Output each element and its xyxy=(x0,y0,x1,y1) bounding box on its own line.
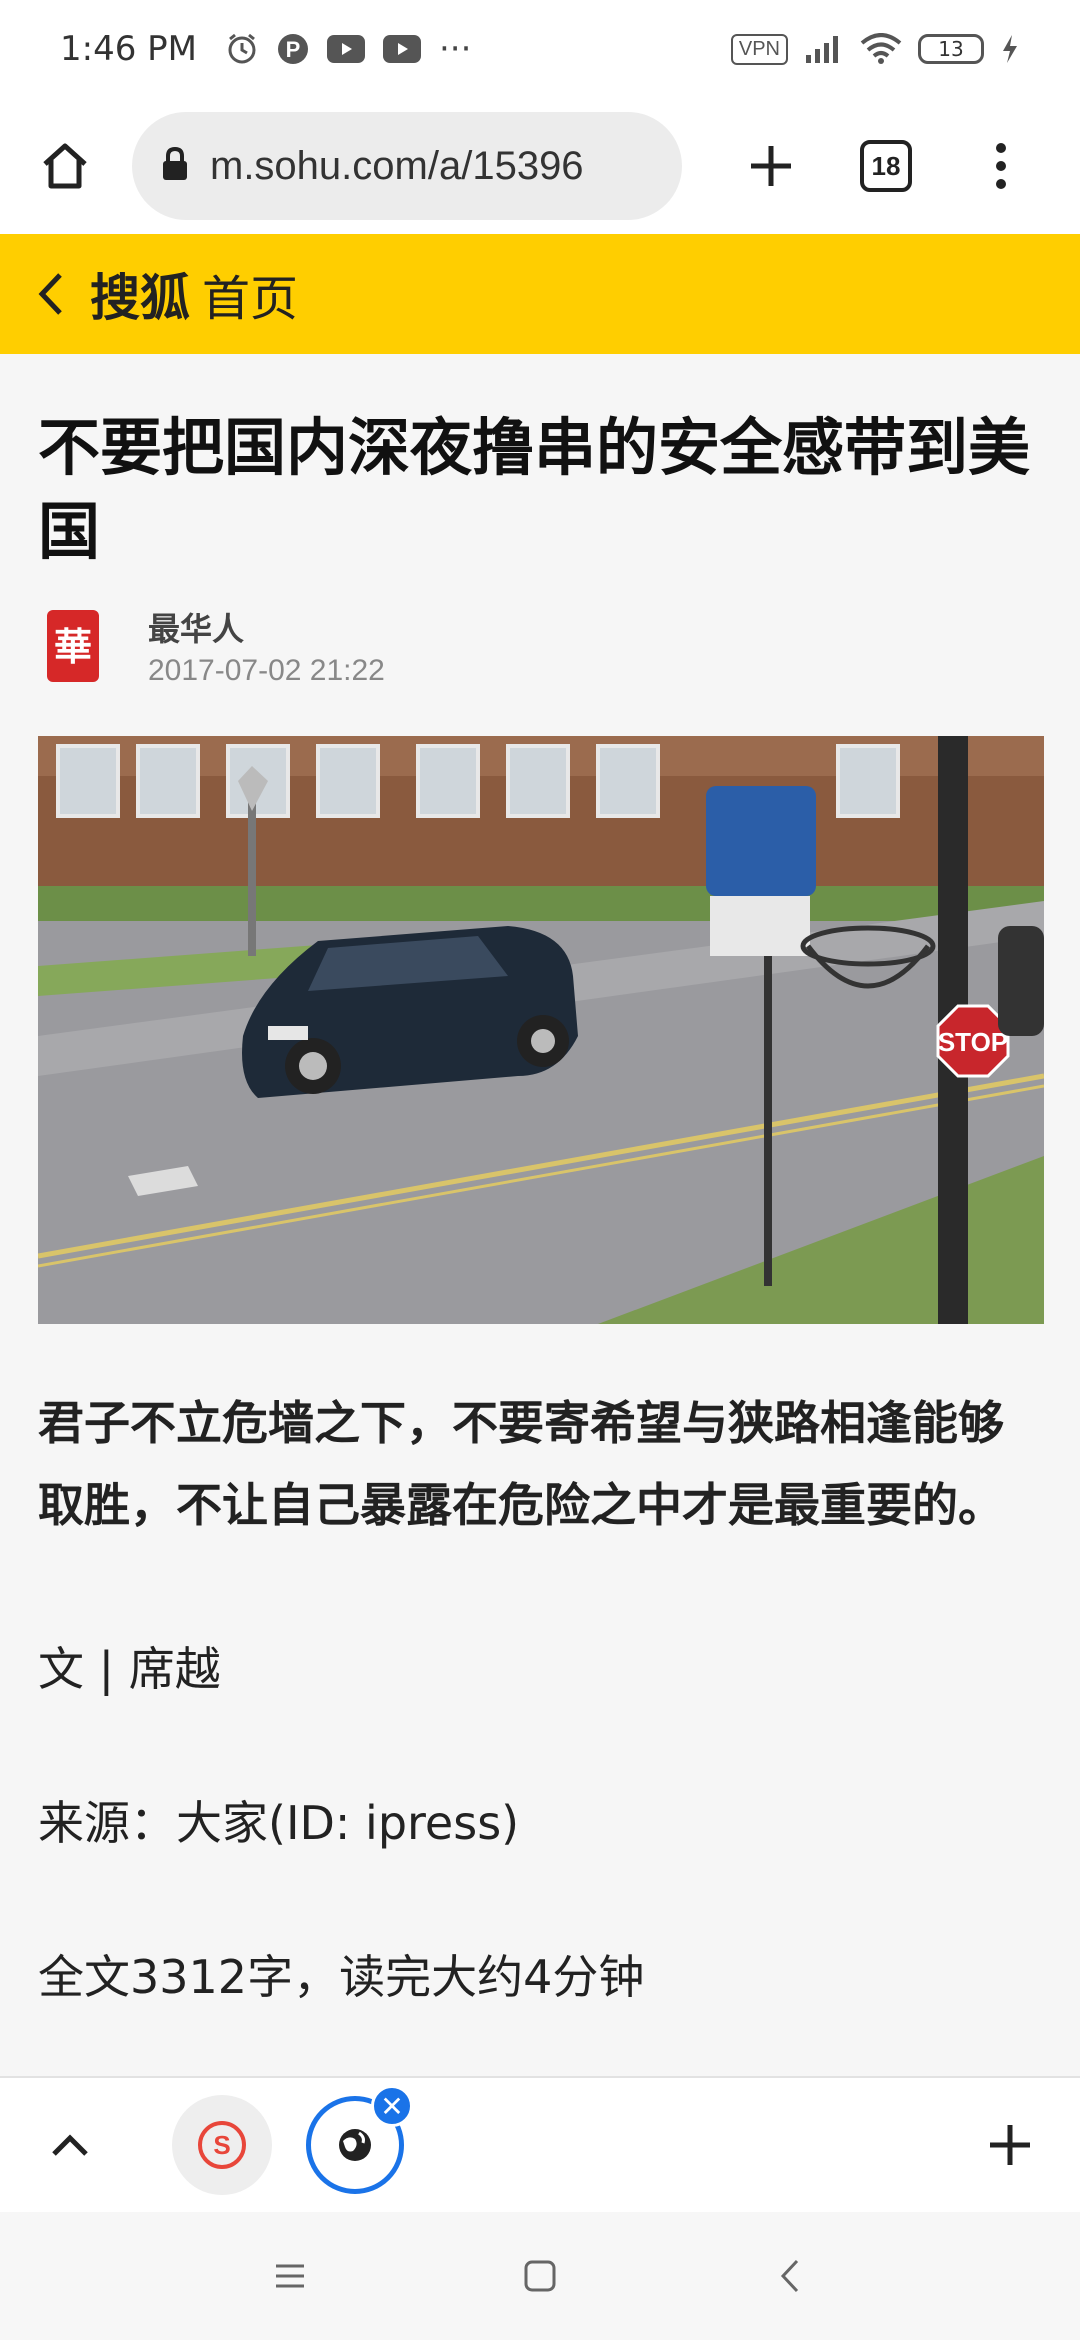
youtube-icon xyxy=(383,35,421,63)
article: 不要把国内深夜撸串的安全感带到美国 華 最华人 2017-07-02 21:22 xyxy=(0,354,1080,2076)
chevron-up-icon[interactable] xyxy=(40,2115,100,2175)
author-name[interactable]: 最华人 xyxy=(148,604,385,650)
globe-tab-icon[interactable]: ✕ xyxy=(306,2085,413,2194)
home-square-icon[interactable] xyxy=(515,2251,565,2301)
charging-icon xyxy=(1000,33,1020,65)
more-notifications: ··· xyxy=(439,29,472,69)
browser-toolbar: m.sohu.com/a/15396 18 xyxy=(0,98,1080,234)
lock-icon xyxy=(160,146,190,186)
home-icon[interactable] xyxy=(30,131,100,201)
article-source: 来源：大家(ID: ipress) xyxy=(38,1796,520,1850)
avatar-char: 華 xyxy=(54,624,92,669)
bottom-tab-bar: S ✕ xyxy=(0,2076,1080,2212)
menu-icon[interactable] xyxy=(265,2251,315,2301)
article-image[interactable]: STOP xyxy=(38,736,1044,1324)
sohu-tab-icon[interactable]: S xyxy=(172,2095,272,2195)
status-bar: 1:46 PM P ··· VPN 13 xyxy=(0,0,1080,98)
svg-text:S: S xyxy=(213,2130,230,2160)
article-lead: 君子不立危墙之下，不要寄希望与狭路相逢能够取胜，不让自己暴露在危险之中才是最重要… xyxy=(38,1396,1004,1532)
publish-date: 2017-07-02 21:22 xyxy=(148,654,385,687)
url-text[interactable]: m.sohu.com/a/15396 xyxy=(210,144,584,189)
pinterest-icon: P xyxy=(277,33,309,65)
more-vert-icon[interactable] xyxy=(966,131,1036,201)
author-row[interactable]: 華 最华人 2017-07-02 21:22 xyxy=(38,604,1042,688)
vpn-badge: VPN xyxy=(730,33,788,65)
battery-icon: 13 xyxy=(918,34,984,64)
status-time: 1:46 PM xyxy=(60,29,197,69)
svg-text:P: P xyxy=(286,37,301,62)
article-word-count: 全文3312字，读完大约4分钟 xyxy=(38,1950,645,2004)
new-tab-button[interactable] xyxy=(736,131,806,201)
close-icon[interactable]: ✕ xyxy=(371,2085,413,2127)
battery-level: 13 xyxy=(938,37,964,61)
system-nav-bar xyxy=(0,2212,1080,2340)
alarm-icon xyxy=(225,32,259,66)
back-chevron-icon[interactable] xyxy=(26,264,76,324)
avatar[interactable]: 華 xyxy=(38,606,108,686)
plus-icon[interactable] xyxy=(980,2115,1040,2175)
wifi-icon xyxy=(860,33,902,65)
sohu-logo[interactable]: 搜狐 xyxy=(90,258,190,330)
url-bar[interactable]: m.sohu.com/a/15396 xyxy=(132,112,682,220)
back-icon[interactable] xyxy=(765,2251,815,2301)
signal-icon xyxy=(804,33,844,65)
stop-sign-text: STOP xyxy=(938,1027,1008,1057)
youtube-icon xyxy=(327,35,365,63)
article-title: 不要把国内深夜撸串的安全感带到美国 xyxy=(38,411,1031,568)
article-byline: 文 | 席越 xyxy=(38,1642,221,1696)
home-link[interactable]: 首页 xyxy=(202,259,298,329)
site-header: 搜狐 首页 xyxy=(0,234,1080,354)
tab-switcher-button[interactable]: 18 xyxy=(860,140,912,192)
